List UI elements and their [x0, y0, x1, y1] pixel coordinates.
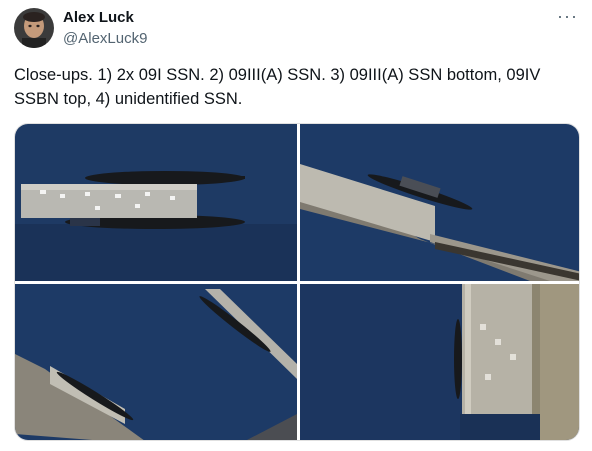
author-name[interactable]: Alex Luck [63, 9, 134, 26]
media-image-1[interactable] [15, 124, 297, 281]
media-grid [14, 123, 580, 441]
submarine-shape [85, 171, 245, 185]
submarine-shape [454, 319, 462, 399]
tweet-text: Close-ups. 1) 2x 09I SSN. 2) 09III(A) SS… [14, 66, 541, 108]
more-horizontal-icon[interactable]: ··· [557, 6, 578, 27]
pier-shape [462, 284, 532, 414]
media-image-4[interactable] [300, 284, 579, 440]
satellite-image-3 [15, 284, 297, 440]
media-image-3[interactable] [15, 284, 297, 440]
author-handle[interactable]: @AlexLuck9 [63, 30, 147, 47]
satellite-image-4 [300, 284, 579, 440]
satellite-image-2 [300, 124, 579, 281]
media-image-2[interactable] [300, 124, 579, 281]
tweet-card: Alex Luck @AlexLuck9 ··· Close-ups. 1) 2… [0, 0, 592, 451]
satellite-image-1 [15, 124, 297, 281]
avatar[interactable] [14, 8, 54, 48]
